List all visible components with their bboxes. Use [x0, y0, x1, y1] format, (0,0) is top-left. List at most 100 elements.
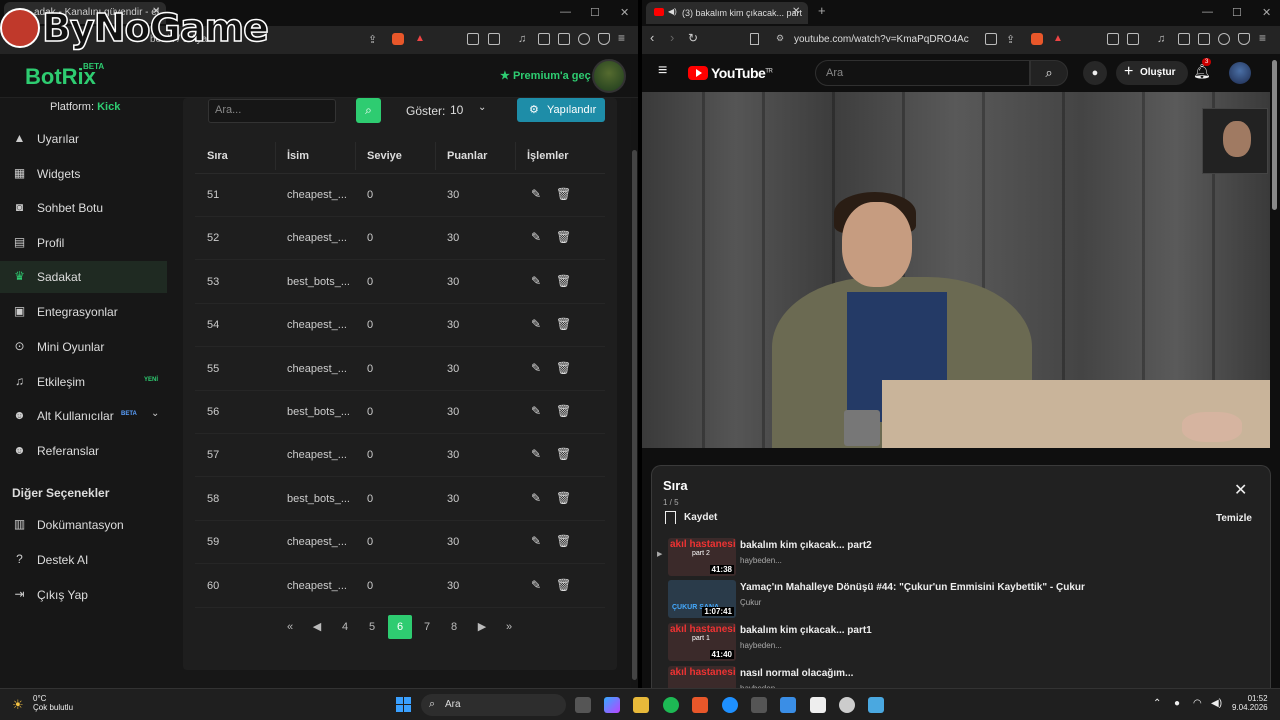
- brave-icon[interactable]: [692, 697, 708, 713]
- wifi-icon[interactable]: ◠: [1193, 698, 1202, 709]
- reload-icon[interactable]: ↻: [688, 31, 700, 45]
- task-view-icon[interactable]: [575, 697, 591, 713]
- forward-icon[interactable]: ›: [670, 30, 682, 45]
- share-icon[interactable]: ⇪: [368, 33, 380, 46]
- trash-icon[interactable]: 🗑︎: [556, 361, 571, 375]
- youtube-logo[interactable]: YouTubeTR: [688, 65, 773, 81]
- edit-icon[interactable]: ✎: [531, 361, 541, 375]
- minimize-icon[interactable]: —: [1202, 6, 1213, 18]
- trash-icon[interactable]: 🗑︎: [556, 534, 571, 548]
- first-page-icon[interactable]: «: [278, 615, 302, 639]
- column-header[interactable]: İsim: [287, 150, 309, 162]
- queue-item[interactable]: ▶ akıl hastanesi part 2 41:38 bakalım kim …: [652, 536, 1272, 579]
- trash-icon[interactable]: 🗑︎: [556, 491, 571, 505]
- trash-icon[interactable]: 🗑︎: [556, 274, 571, 288]
- maximize-icon[interactable]: ☐: [1232, 6, 1242, 19]
- clear-button[interactable]: Temizle: [1216, 513, 1252, 524]
- right-address-bar[interactable]: youtube.com/watch?v=KmaPqDRO4Ac: [794, 34, 969, 45]
- right-active-tab[interactable]: ◀) (3) bakalım kim çıkacak... part: [646, 2, 808, 24]
- vpn-icon[interactable]: [1238, 33, 1250, 45]
- edit-icon[interactable]: ✎: [531, 404, 541, 418]
- screenshot-icon[interactable]: [488, 33, 500, 45]
- trash-icon[interactable]: 🗑︎: [556, 578, 571, 592]
- weather-widget[interactable]: ☀ 0°C Çok bulutlu: [12, 694, 73, 712]
- edit-icon[interactable]: ✎: [531, 534, 541, 548]
- column-header[interactable]: Seviye: [367, 150, 402, 162]
- music-icon[interactable]: ♫: [1157, 33, 1169, 45]
- minimize-icon[interactable]: —: [560, 6, 571, 18]
- rewards-icon[interactable]: ▲: [1053, 33, 1065, 45]
- trash-icon[interactable]: 🗑︎: [556, 187, 571, 201]
- clock[interactable]: 01:52 9.04.2026: [1232, 694, 1268, 712]
- steam-icon[interactable]: [751, 697, 767, 713]
- menu-icon[interactable]: ≡: [618, 31, 630, 45]
- screenshot-icon[interactable]: [1127, 33, 1139, 45]
- trash-icon[interactable]: 🗑︎: [556, 230, 571, 244]
- column-header[interactable]: Sıra: [207, 150, 228, 162]
- edit-icon[interactable]: ✎: [531, 317, 541, 331]
- sidebar-icon[interactable]: [1178, 33, 1190, 45]
- search-button[interactable]: ⌕: [356, 98, 381, 123]
- microphone-icon[interactable]: ●: [1174, 698, 1180, 709]
- app-icon[interactable]: [839, 697, 855, 713]
- page-link[interactable]: 5: [360, 615, 384, 639]
- extensions-icon[interactable]: [1107, 33, 1119, 45]
- page-link[interactable]: 8: [442, 615, 466, 639]
- configure-button[interactable]: ⚙ Yapılandır: [517, 98, 605, 122]
- prev-page-icon[interactable]: ◀: [305, 615, 329, 639]
- cast-icon[interactable]: [985, 33, 997, 45]
- video-player[interactable]: [642, 92, 1270, 448]
- edit-icon[interactable]: ✎: [531, 578, 541, 592]
- close-icon[interactable]: ✕: [1234, 480, 1247, 500]
- back-icon[interactable]: ‹: [650, 30, 662, 45]
- avatar[interactable]: [1229, 62, 1251, 84]
- file-explorer-icon[interactable]: [633, 697, 649, 713]
- trash-icon[interactable]: 🗑︎: [556, 404, 571, 418]
- edit-icon[interactable]: ✎: [531, 491, 541, 505]
- bookmark-icon[interactable]: [750, 33, 759, 45]
- sidebar-item-alerts[interactable]: ▲ Uyarılar: [0, 123, 167, 155]
- sidebar-icon[interactable]: [538, 33, 550, 45]
- sidebar-item-logout[interactable]: ⇥ Çıkış Yap: [0, 579, 167, 611]
- wallet-icon[interactable]: [558, 33, 570, 45]
- sidebar-item-referrals[interactable]: ☻ Referanslar: [0, 435, 167, 467]
- edit-icon[interactable]: ✎: [531, 274, 541, 288]
- copilot-icon[interactable]: [604, 697, 620, 713]
- tab-close-icon[interactable]: ✕: [792, 6, 800, 17]
- hamburger-menu-icon[interactable]: ≡: [658, 62, 667, 80]
- taskbar-search[interactable]: ⌕ Ara: [421, 694, 566, 716]
- voice-search-button[interactable]: ●: [1083, 61, 1107, 85]
- trash-icon[interactable]: 🗑︎: [556, 447, 571, 461]
- vpn-icon[interactable]: [598, 33, 610, 45]
- edge-icon[interactable]: [722, 697, 738, 713]
- page-link[interactable]: 7: [415, 615, 439, 639]
- create-button[interactable]: + Oluştur: [1116, 61, 1188, 85]
- app-icon[interactable]: [868, 697, 884, 713]
- queue-item[interactable]: ÇUKUR SANA 1:07:41 Yamaç'ın Mahalleye Dön…: [652, 578, 1272, 621]
- sidebar-item-loyalty[interactable]: ♛ Sadakat: [0, 261, 167, 293]
- share-icon[interactable]: ⇪: [1006, 33, 1018, 46]
- avatar[interactable]: [592, 59, 626, 93]
- premium-link[interactable]: ★ Premium'a geç: [500, 69, 591, 82]
- sidebar-item-widgets[interactable]: ▦ Widgets: [0, 158, 167, 190]
- sidebar-item-docs[interactable]: ▥ Dokümantasyon: [0, 509, 167, 541]
- search-input[interactable]: Ara...: [208, 99, 336, 123]
- edit-icon[interactable]: ✎: [531, 187, 541, 201]
- leo-icon[interactable]: [1218, 33, 1230, 45]
- last-page-icon[interactable]: »: [497, 615, 521, 639]
- next-page-icon[interactable]: ▶: [470, 615, 494, 639]
- edit-icon[interactable]: ✎: [531, 230, 541, 244]
- extensions-icon[interactable]: [467, 33, 479, 45]
- brave-shield-icon[interactable]: [1031, 33, 1043, 45]
- tray-expand-icon[interactable]: ⌃: [1153, 698, 1161, 709]
- trash-icon[interactable]: 🗑︎: [556, 317, 571, 331]
- brand-logo[interactable]: BotRix BETA: [25, 62, 104, 90]
- start-button[interactable]: [396, 697, 412, 713]
- sidebar-item-minigames[interactable]: ⊙ Mini Oyunlar: [0, 331, 167, 363]
- leo-icon[interactable]: [578, 33, 590, 45]
- new-tab-icon[interactable]: +: [818, 3, 826, 18]
- column-header[interactable]: Puanlar: [447, 150, 487, 162]
- rewards-icon[interactable]: ▲: [415, 33, 427, 45]
- sidebar-item-subusers[interactable]: ☻ Alt Kullanıcılar BETA ⌄: [0, 400, 167, 432]
- scrollbar[interactable]: [631, 98, 638, 688]
